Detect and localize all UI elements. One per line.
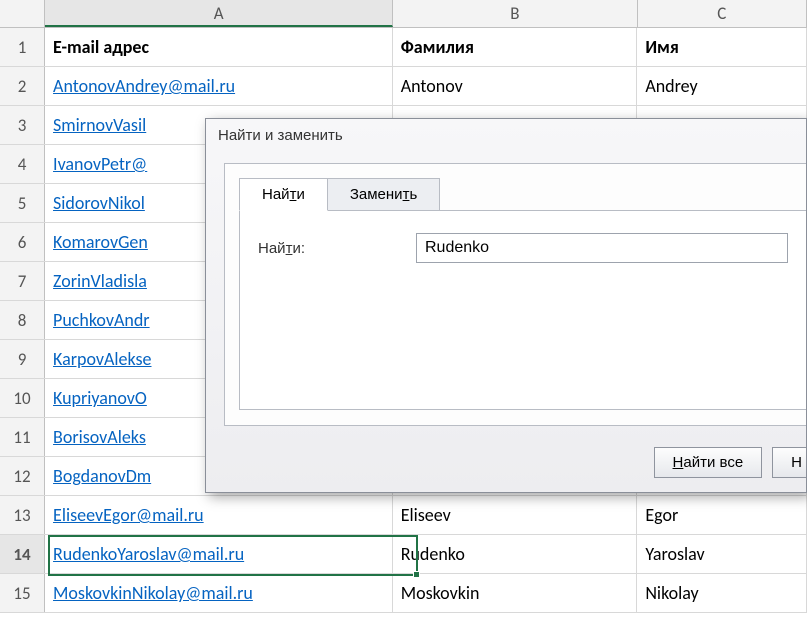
- cell-firstname[interactable]: Nikolay: [637, 574, 807, 612]
- column-header-A[interactable]: A: [45, 0, 393, 27]
- find-next-button[interactable]: Н: [772, 447, 806, 478]
- dialog-tabs: Найти Заменить: [239, 178, 806, 211]
- cell-firstname[interactable]: Yaroslav: [637, 535, 807, 573]
- cell-firstname[interactable]: Egor: [637, 496, 807, 534]
- tab-panel-find: Найти:: [239, 210, 806, 410]
- cell-firstname[interactable]: Andrey: [637, 67, 807, 105]
- row-header[interactable]: 14: [0, 535, 45, 573]
- data-row: 15MoskovkinNikolay@mail.ruMoskovkinNikol…: [0, 574, 807, 613]
- dialog-button-bar: Найти все Н: [654, 447, 806, 478]
- cell-lastname[interactable]: Rudenko: [393, 535, 638, 573]
- find-label: Найти:: [258, 240, 388, 257]
- row-header[interactable]: 6: [0, 223, 45, 261]
- row-header[interactable]: 10: [0, 379, 45, 417]
- tab-find[interactable]: Найти: [239, 178, 328, 211]
- data-row: 1 E-mail адрес Фамилия Имя: [0, 28, 807, 67]
- cell-lastname[interactable]: Moskovkin: [393, 574, 638, 612]
- cell-email[interactable]: AntonovAndrey@mail.ru: [45, 67, 393, 105]
- cell[interactable]: E-mail адрес: [45, 28, 393, 66]
- select-all-corner[interactable]: [0, 0, 45, 27]
- tab-replace[interactable]: Заменить: [327, 178, 440, 211]
- cell-lastname[interactable]: Eliseev: [393, 496, 638, 534]
- find-input[interactable]: [416, 233, 788, 263]
- row-header[interactable]: 9: [0, 340, 45, 378]
- cell[interactable]: Фамилия: [393, 28, 638, 66]
- row-header[interactable]: 4: [0, 145, 45, 183]
- dialog-body: Найти Заменить Найти:: [224, 163, 806, 426]
- row-header[interactable]: 11: [0, 418, 45, 456]
- cell-lastname[interactable]: Antonov: [393, 67, 638, 105]
- row-header[interactable]: 13: [0, 496, 45, 534]
- row-header[interactable]: 3: [0, 106, 45, 144]
- data-row: 13EliseevEgor@mail.ruEliseevEgor: [0, 496, 807, 535]
- find-replace-dialog: Найти и заменить Найти Заменить Найти: Н…: [205, 118, 807, 493]
- data-row: 2AntonovAndrey@mail.ruAntonovAndrey: [0, 67, 807, 106]
- cell-email[interactable]: EliseevEgor@mail.ru: [45, 496, 393, 534]
- data-row: 14RudenkoYaroslav@mail.ruRudenkoYaroslav: [0, 535, 807, 574]
- column-header-row: A B C: [0, 0, 807, 28]
- column-header-B[interactable]: B: [393, 0, 638, 27]
- cell-email[interactable]: MoskovkinNikolay@mail.ru: [45, 574, 393, 612]
- row-header[interactable]: 15: [0, 574, 45, 612]
- find-all-button[interactable]: Найти все: [654, 447, 763, 478]
- row-header[interactable]: 1: [0, 28, 45, 66]
- row-header[interactable]: 12: [0, 457, 45, 495]
- row-header[interactable]: 2: [0, 67, 45, 105]
- cell-email[interactable]: RudenkoYaroslav@mail.ru: [45, 535, 393, 573]
- row-header[interactable]: 7: [0, 262, 45, 300]
- row-header[interactable]: 8: [0, 301, 45, 339]
- cell[interactable]: Имя: [637, 28, 807, 66]
- dialog-title: Найти и заменить: [206, 119, 806, 148]
- column-header-C[interactable]: C: [638, 0, 807, 27]
- find-field-row: Найти:: [258, 233, 788, 263]
- row-header[interactable]: 5: [0, 184, 45, 222]
